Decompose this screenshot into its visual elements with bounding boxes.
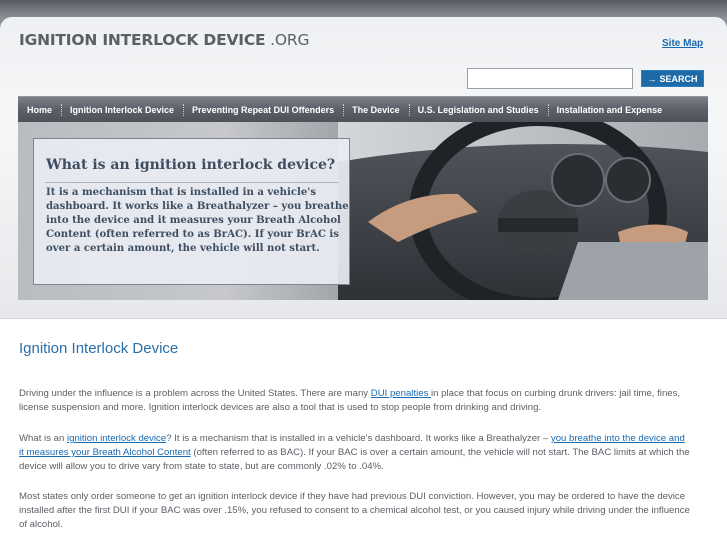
search-input[interactable] (467, 68, 633, 89)
main-content: Ignition Interlock Device Driving under … (0, 318, 727, 546)
paragraph-states: Most states only order someone to get an… (19, 491, 690, 530)
nav-item-the-device[interactable]: The Device (343, 97, 409, 123)
sitemap-link[interactable]: Site Map (662, 38, 703, 49)
hero-title: What is an ignition interlock device? (46, 157, 336, 173)
hero-banner: What is an ignition interlock device? It… (18, 122, 708, 300)
hero-info-box: What is an ignition interlock device? It… (33, 138, 350, 285)
ignition-interlock-device-link[interactable]: ignition interlock device (67, 433, 166, 444)
paragraph-intro: Driving under the influence is a problem… (19, 388, 681, 413)
search-button[interactable]: → SEARCH (641, 70, 704, 87)
nav-item-home[interactable]: Home (18, 97, 61, 123)
paragraph-what-is: What is an ignition interlock device? It… (19, 433, 690, 472)
nav-item-installation-and-expense[interactable]: Installation and Expense (547, 97, 672, 123)
hero-divider (45, 182, 338, 183)
page-title: Ignition Interlock Device (19, 340, 179, 357)
site-logo[interactable]: IGNITION INTERLOCK DEVICE .ORG (19, 31, 309, 49)
dui-penalties-link[interactable]: DUI penalties (371, 388, 431, 399)
nav-item-us-legislation-and-studies[interactable]: U.S. Legislation and Studies (408, 97, 548, 123)
nav-item-ignition-interlock-device[interactable]: Ignition Interlock Device (61, 97, 183, 123)
nav-item-preventing-repeat-dui-offenders[interactable]: Preventing Repeat DUI Offenders (183, 97, 343, 123)
main-nav: Home Ignition Interlock Device Preventin… (18, 96, 708, 123)
hero-description: It is a mechanism that is installed in a… (46, 187, 349, 254)
arrow-right-icon: → (647, 73, 657, 84)
